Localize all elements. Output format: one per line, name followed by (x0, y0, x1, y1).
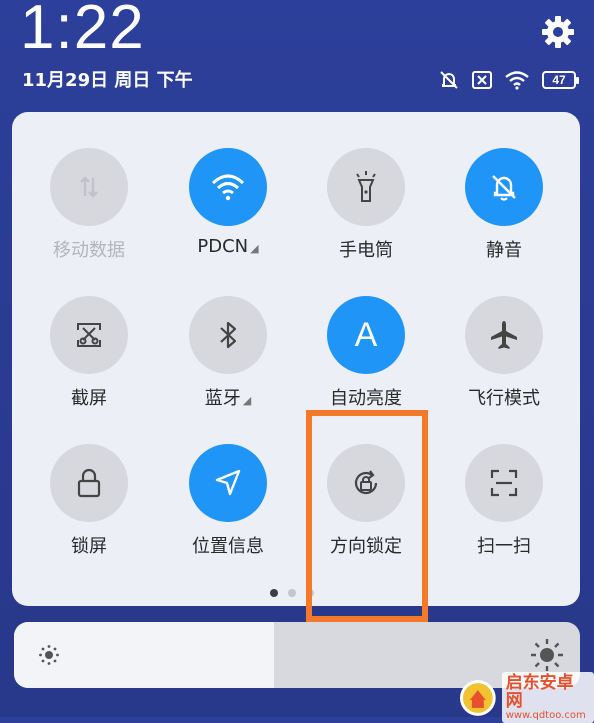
tile-mute-label: 静音 (486, 240, 522, 261)
tile-bluetooth-button[interactable] (189, 296, 267, 374)
battery-indicator: 47 (542, 71, 579, 89)
tile-mobile-data[interactable]: 移动数据 (29, 148, 149, 262)
tile-bluetooth-label-row: 蓝牙 ◢ (168, 384, 288, 410)
brightness-high-icon (531, 639, 563, 671)
quick-settings-panel: 移动数据 PDCN ◢ 手电筒 静音 截屏 蓝牙 ◢ A 自动亮度 飞行模式 锁… (12, 112, 580, 606)
tile-wifi-button[interactable] (189, 148, 267, 226)
tile-scan-label: 扫一扫 (477, 536, 531, 557)
tile-wifi-label: PDCN (197, 236, 249, 257)
tile-flashlight-button[interactable] (327, 148, 405, 226)
flashlight-icon (356, 171, 376, 202)
watermark: 启东安卓网 www.qdtoo.com (458, 672, 594, 723)
wifi-icon (505, 71, 529, 90)
tile-wifi-label-row: PDCN ◢ (168, 236, 288, 257)
tile-auto-brightness-label: 自动亮度 (330, 388, 402, 409)
watermark-url: www.qdtoo.com (505, 710, 586, 721)
wifi-icon (211, 174, 245, 201)
tile-mute-button[interactable] (465, 148, 543, 226)
airplane-icon (491, 321, 517, 349)
highlight-box (306, 410, 428, 622)
tile-airplane[interactable]: 飞行模式 (444, 296, 564, 410)
tile-scan-button[interactable] (465, 444, 543, 522)
tile-location[interactable]: 位置信息 (168, 444, 288, 558)
auto-brightness-icon: A (354, 315, 378, 354)
tile-screenshot-label: 截屏 (71, 388, 107, 409)
bell-mute-icon (492, 175, 516, 201)
battery-level: 47 (552, 73, 566, 87)
tile-bluetooth[interactable]: 蓝牙 ◢ (168, 296, 288, 410)
gear-icon[interactable] (538, 12, 578, 52)
location-icon (215, 469, 241, 496)
date: 11月29日 周日 下午 (22, 70, 193, 91)
tile-airplane-button[interactable] (465, 296, 543, 374)
lock-icon (77, 468, 101, 498)
tile-lock-screen-label: 锁屏 (71, 536, 107, 557)
brightness-low-icon (39, 645, 59, 665)
tile-bluetooth-label: 蓝牙 (204, 388, 241, 409)
expand-arrow-icon[interactable]: ◢ (243, 394, 251, 407)
status-icons: 47 (438, 66, 579, 94)
tile-lock-screen[interactable]: 锁屏 (29, 444, 149, 558)
tile-location-button[interactable] (189, 444, 267, 522)
tile-mobile-data-button[interactable] (50, 148, 128, 226)
page-dot[interactable] (270, 589, 278, 597)
watermark-logo-icon (459, 679, 496, 716)
tile-mobile-data-label: 移动数据 (53, 240, 125, 261)
tile-flashlight[interactable]: 手电筒 (306, 148, 426, 262)
tile-scan[interactable]: 扫一扫 (444, 444, 564, 558)
page-dot[interactable] (288, 589, 296, 597)
tile-lock-screen-button[interactable] (50, 444, 128, 522)
tile-auto-brightness-button[interactable]: A (327, 296, 405, 374)
bell-mute-icon (440, 71, 458, 89)
mobile-data-icon (80, 176, 98, 198)
screenshot-icon (77, 323, 101, 347)
tile-auto-brightness[interactable]: A 自动亮度 (306, 296, 426, 410)
bluetooth-icon (220, 321, 237, 349)
no-sim-icon (472, 71, 492, 89)
tile-mute[interactable]: 静音 (444, 148, 564, 262)
watermark-text: 启东安卓网 (505, 673, 574, 711)
tile-wifi[interactable]: PDCN ◢ (168, 148, 288, 257)
tile-airplane-label: 飞行模式 (468, 388, 540, 409)
tile-flashlight-label: 手电筒 (339, 240, 393, 261)
expand-arrow-icon[interactable]: ◢ (250, 242, 258, 255)
tile-location-label: 位置信息 (192, 536, 264, 557)
tile-screenshot-button[interactable] (50, 296, 128, 374)
tile-screenshot[interactable]: 截屏 (29, 296, 149, 410)
time: 1:22 (20, 0, 145, 62)
watermark-text-block: 启东安卓网 www.qdtoo.com (501, 672, 594, 723)
scan-icon (490, 469, 518, 497)
